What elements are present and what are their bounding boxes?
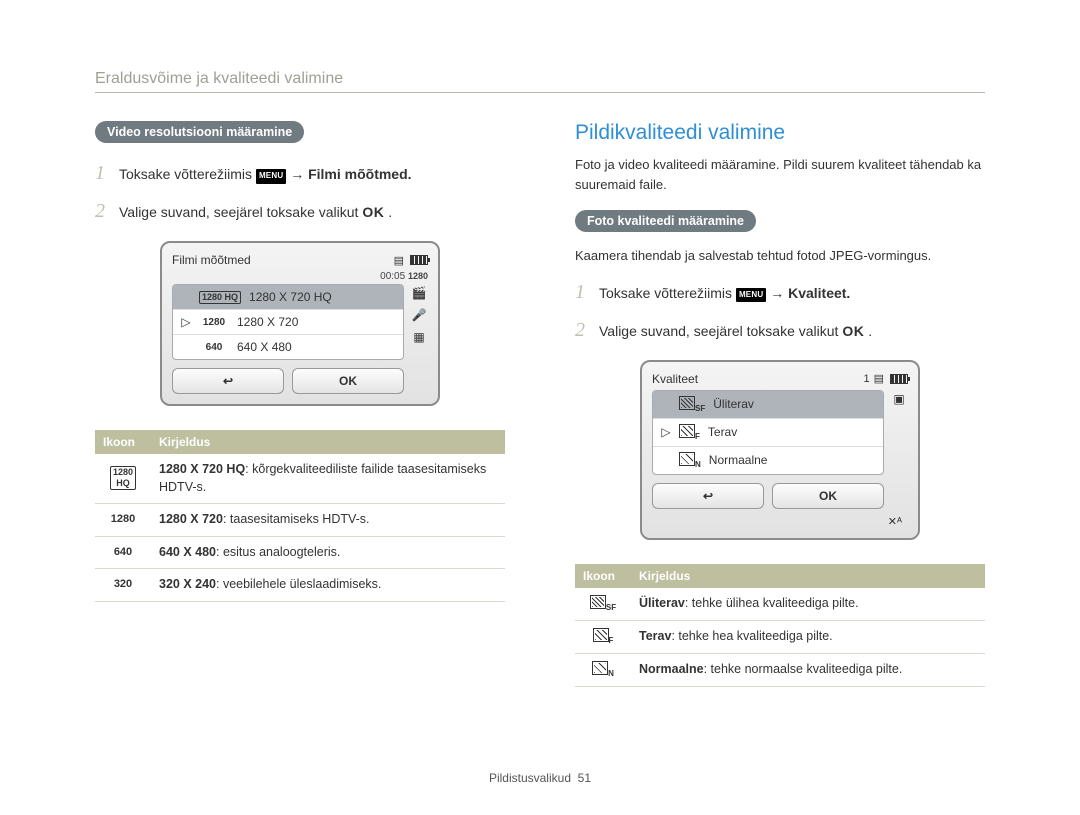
res-icon: 640: [199, 342, 229, 353]
page-title: Eraldusvõime ja kvaliteedi valimine: [95, 70, 985, 93]
list-item[interactable]: N Normaalne: [653, 447, 883, 474]
sd-icon: ▤: [874, 372, 884, 385]
res-icon: 640: [95, 536, 151, 569]
pointer-icon: ▷: [661, 425, 671, 439]
quality-icon: [593, 628, 609, 642]
ok-icon: OK: [362, 204, 384, 220]
res-icon: 1280 HQ: [199, 291, 241, 304]
menu-icon: MENU: [736, 288, 766, 303]
list-item[interactable]: 640 640 X 480: [173, 335, 403, 359]
battery-icon: [890, 374, 908, 384]
mic-icon: 🎤: [412, 308, 427, 322]
lcd-status-icons: 1 ▤: [863, 372, 908, 385]
counter: 1: [863, 373, 869, 385]
step-2-text: Valige suvand, seejärel toksake valikut …: [599, 320, 872, 342]
lcd-option-list: SF Üliterav ▷ F Terav N Normaalne: [652, 390, 884, 475]
table-header-desc: Kirjeldus: [631, 564, 985, 588]
ok-icon: OK: [842, 323, 864, 339]
lcd-tag: ✕ᴬ: [652, 515, 908, 528]
step-number: 1: [575, 276, 599, 308]
back-button[interactable]: [652, 483, 764, 509]
res-icon: 1280: [95, 504, 151, 537]
step-number: 2: [575, 314, 599, 346]
intro-text: Foto ja video kvaliteedi määramine. Pild…: [575, 155, 985, 194]
quality-icon: [590, 595, 606, 609]
lcd-mockup-quality: Kvaliteet 1 ▤ SF Üliterav: [640, 360, 920, 540]
list-item[interactable]: SF Üliterav: [653, 391, 883, 419]
list-item-label: Terav: [708, 425, 737, 439]
quality-icon: [592, 661, 608, 675]
lcd-status-icons: ▤: [394, 254, 428, 267]
table-header-icon: Ikoon: [95, 430, 151, 454]
list-item-label: 1280 X 720 HQ: [249, 290, 332, 304]
video-resolution-pill: Video resolutsiooni määramine: [95, 121, 304, 143]
quality-icon: SF: [679, 396, 705, 413]
step-number: 2: [95, 195, 119, 227]
res-icon: 320: [95, 569, 151, 602]
lcd-side-icons: ▣: [890, 390, 908, 509]
step-1-text: Toksake võtterežiimis MENU → Kvaliteet.: [599, 282, 850, 304]
sd-icon: ▤: [394, 254, 404, 267]
quality-icon: N: [679, 452, 701, 469]
video-resolution-table: Ikoon Kirjeldus 1280 HQ 1280 X 720 HQ: k…: [95, 430, 505, 602]
res-icon: 1280: [199, 317, 229, 328]
table-row: 320 320 X 240: veebilehele üleslaadimise…: [95, 569, 505, 602]
table-row: 1280 1280 X 720: taasesitamiseks HDTV-s.: [95, 504, 505, 537]
res-icon: 1280 HQ: [110, 466, 136, 490]
lcd-option-list: 1280 HQ 1280 X 720 HQ ▷ 1280 1280 X 720 …: [172, 284, 404, 360]
lcd-mockup-video: Filmi mõõtmed ▤ 00:05 1280 1280 HQ 1280 …: [160, 241, 440, 406]
lcd-title: Kvaliteet: [652, 372, 698, 386]
pointer-icon: ▷: [181, 315, 191, 329]
table-row: F Terav: tehke hea kvaliteediga pilte.: [575, 620, 985, 653]
table-header-desc: Kirjeldus: [151, 430, 505, 454]
image-quality-section: Pildikvaliteedi valimine Foto ja video k…: [575, 121, 985, 687]
page-footer: Pildistusvalikud 51: [0, 771, 1080, 785]
ok-button[interactable]: OK: [772, 483, 884, 509]
step-2-text: Valige suvand, seejärel toksake valikut …: [119, 201, 392, 223]
step-1-text: Toksake võtterežiimis MENU → Filmi mõõtm…: [119, 163, 412, 185]
list-item[interactable]: ▷ F Terav: [653, 419, 883, 447]
lcd-title: Filmi mõõtmed: [172, 253, 251, 267]
menu-icon: MENU: [256, 169, 286, 184]
back-button[interactable]: [172, 368, 284, 394]
battery-icon: [410, 255, 428, 265]
quality-icon: F: [679, 424, 700, 441]
table-row: SF Üliterav: tehke ülihea kvaliteediga p…: [575, 588, 985, 621]
stabilize-icon: ▦: [413, 330, 424, 344]
jpeg-para: Kaamera tihendab ja salvestab tehtud fot…: [575, 246, 985, 266]
quality-table: Ikoon Kirjeldus SF Üliterav: tehke ülihe…: [575, 564, 985, 688]
ok-button[interactable]: OK: [292, 368, 404, 394]
section-title: Pildikvaliteedi valimine: [575, 121, 985, 145]
lcd-time: 00:05 1280: [172, 271, 428, 282]
list-item-label: Üliterav: [713, 397, 754, 411]
step-number: 1: [95, 157, 119, 189]
photo-quality-pill: Foto kvaliteedi määramine: [575, 210, 756, 232]
video-resolution-section: Video resolutsiooni määramine 1 Toksake …: [95, 121, 505, 687]
table-row: 640 640 X 480: esitus analoogteleris.: [95, 536, 505, 569]
movie-icon: 🎬: [412, 286, 427, 300]
mode-icon: ▣: [893, 392, 904, 406]
table-header-icon: Ikoon: [575, 564, 631, 588]
list-item-label: Normaalne: [709, 453, 768, 467]
lcd-side-icons: 🎬 🎤 ▦: [410, 284, 428, 394]
table-row: 1280 HQ 1280 X 720 HQ: kõrgekvaliteedili…: [95, 454, 505, 504]
list-item-label: 640 X 480: [237, 340, 292, 354]
list-item[interactable]: ▷ 1280 1280 X 720: [173, 310, 403, 335]
list-item-label: 1280 X 720: [237, 315, 298, 329]
table-row: N Normaalne: tehke normaalse kvaliteedig…: [575, 653, 985, 686]
list-item[interactable]: 1280 HQ 1280 X 720 HQ: [173, 285, 403, 310]
